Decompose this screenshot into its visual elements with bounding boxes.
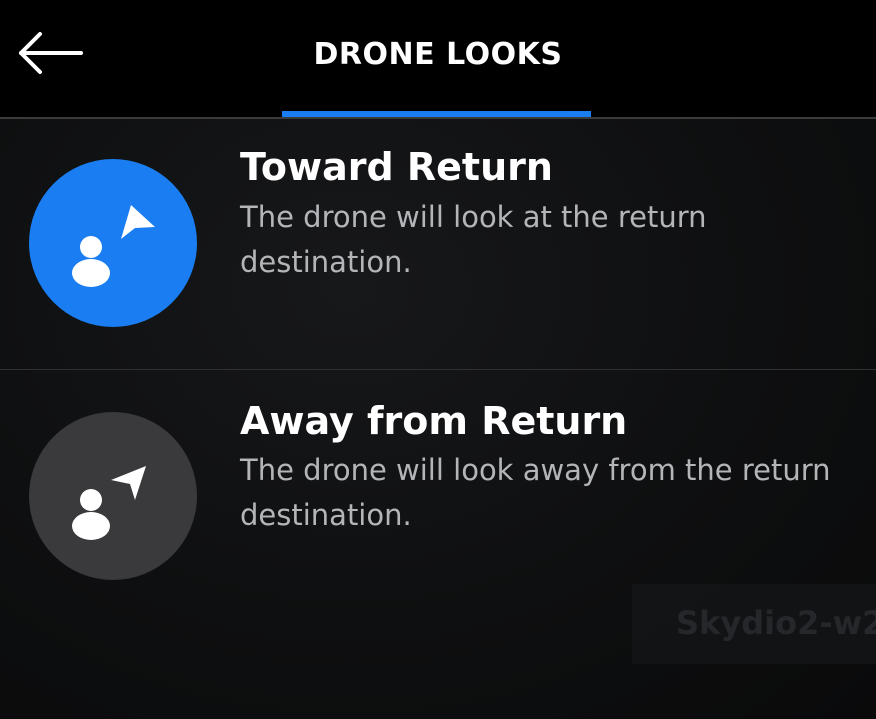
look-away-from-return-icon — [29, 412, 197, 580]
option-description: The drone will look away from the return… — [240, 453, 831, 532]
option-toward-return[interactable]: Toward Return The drone will look at the… — [0, 119, 876, 369]
option-description: The drone will look at the return destin… — [240, 200, 707, 279]
option-divider — [0, 369, 876, 370]
look-toward-return-icon — [29, 159, 197, 327]
background-overlay-text: Skydio2-w2 — [676, 604, 876, 642]
option-title: Toward Return — [240, 145, 553, 189]
drone-looks-screen: DRONE LOOKS Toward Return The drone will… — [0, 0, 876, 719]
page-title: DRONE LOOKS — [313, 37, 563, 72]
option-title: Away from Return — [240, 399, 628, 443]
top-bar: DRONE LOOKS — [0, 0, 876, 117]
option-icon-selected — [29, 159, 197, 327]
option-icon-unselected — [29, 412, 197, 580]
background-overlay: Skydio2-w2 — [632, 584, 876, 664]
